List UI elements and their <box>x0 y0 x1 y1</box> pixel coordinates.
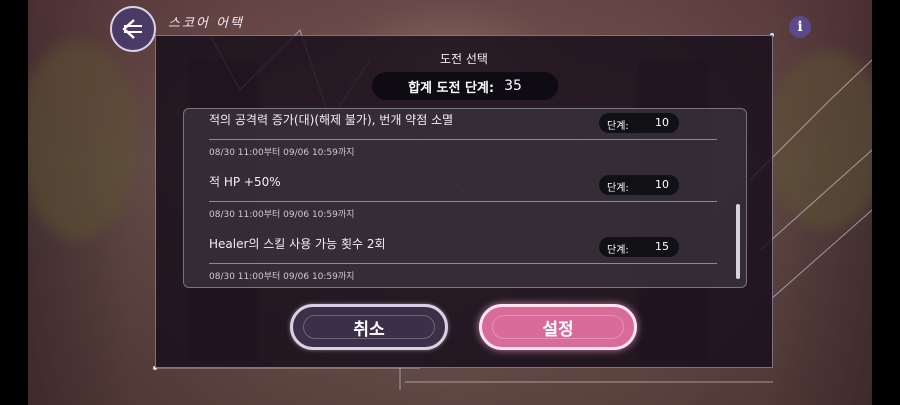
challenge-level-badge: 단계: 10 <box>599 113 679 133</box>
back-button[interactable] <box>110 6 156 52</box>
challenge-item[interactable]: 적의 공격력 증가(대)(해제 불가), 번개 약점 소멸 단계: 10 08/… <box>184 111 724 171</box>
button-ornament <box>303 315 435 339</box>
challenge-name: Healer의 스킬 사용 가능 횟수 2회 <box>209 237 386 251</box>
confirm-button[interactable]: 설정 <box>479 304 637 350</box>
list-scrollbar[interactable] <box>736 204 740 279</box>
challenge-level-badge: 단계: 10 <box>599 175 679 195</box>
total-label: 합계 도전 단계: <box>408 80 495 96</box>
divider <box>209 263 717 264</box>
total-value: 35 <box>504 78 522 94</box>
challenge-period: 08/30 11:00부터 09/06 10:59까지 <box>209 148 355 158</box>
challenge-item[interactable]: 적 HP +50% 단계: 10 08/30 11:00부터 09/06 10:… <box>184 173 724 233</box>
back-arrow-icon <box>122 19 142 39</box>
challenge-item[interactable]: Healer의 스킬 사용 가능 횟수 2회 단계: 15 08/30 11:0… <box>184 235 724 287</box>
info-icon: i <box>797 19 803 35</box>
cancel-button[interactable]: 취소 <box>290 304 448 350</box>
level-label: 단계: <box>607 183 629 194</box>
screen-title: 스코어 어택 <box>168 16 244 31</box>
divider <box>209 201 717 202</box>
challenge-period: 08/30 11:00부터 09/06 10:59까지 <box>209 210 355 220</box>
challenge-level-badge: 단계: 15 <box>599 237 679 257</box>
info-button[interactable]: i <box>789 16 811 38</box>
challenge-period: 08/30 11:00부터 09/06 10:59까지 <box>209 272 355 282</box>
dialog-title: 도전 선택 <box>440 52 488 66</box>
button-ornament <box>492 315 624 339</box>
level-label: 단계: <box>607 245 629 256</box>
level-value: 10 <box>655 116 669 129</box>
level-label: 단계: <box>607 121 629 132</box>
challenge-list[interactable]: 적의 공격력 증가(대)(해제 불가), 번개 약점 소멸 단계: 10 08/… <box>183 108 747 288</box>
level-value: 10 <box>655 178 669 191</box>
divider <box>209 139 717 140</box>
challenge-name: 적 HP +50% <box>209 175 281 189</box>
challenge-name: 적의 공격력 증가(대)(해제 불가), 번개 약점 소멸 <box>209 113 454 127</box>
level-value: 15 <box>655 240 669 253</box>
total-challenge-level: 합계 도전 단계: 35 <box>372 72 558 100</box>
